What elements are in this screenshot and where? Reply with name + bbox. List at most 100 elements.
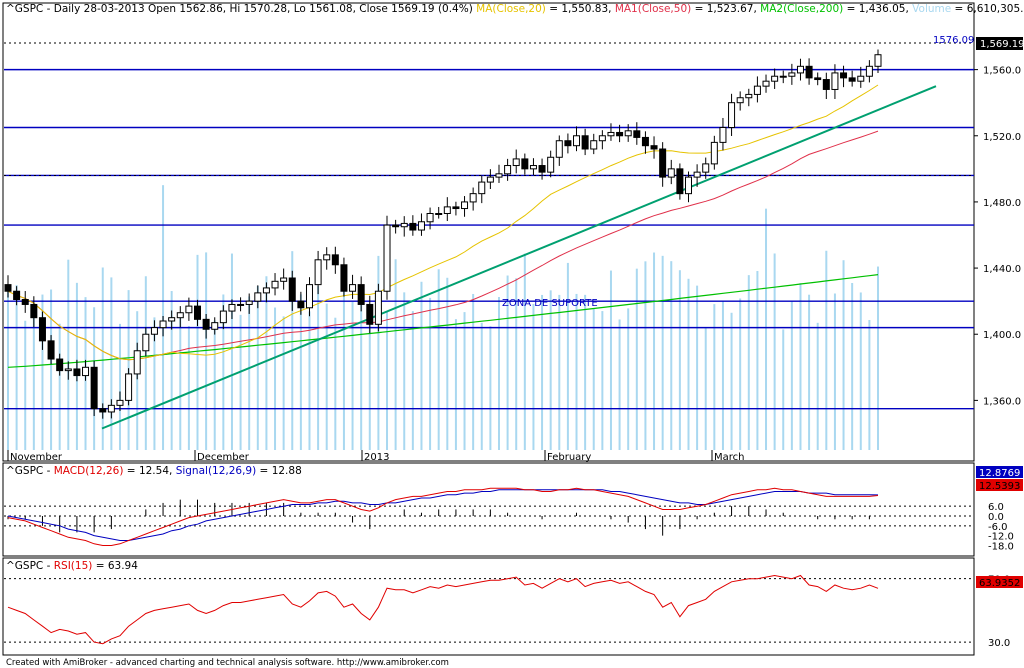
volume-bar [773,253,776,450]
volume-bar [360,301,363,450]
candle-body [529,165,537,170]
header-ma200-label: MA2(Close,200) [760,3,843,15]
rsi-header-value: = 63.94 [92,560,138,572]
level-label-1576: 1576.09 [933,35,974,46]
candle-body [314,259,322,286]
volume-bar [756,271,759,450]
volume-bar [549,290,552,450]
candle-body [616,131,624,137]
macd-tick-label: -12.0 [988,532,1014,543]
volume-bar [472,293,475,450]
candle-body [47,340,55,360]
header-ma50-label: MA1(Close,50) [615,3,691,15]
candle-body [736,97,744,104]
volume-bar [32,310,35,450]
volume-bar [299,294,302,450]
volume-bar [575,293,578,450]
header-volume-value: = 6,610,305.50 [951,3,1024,15]
price-axis: 1,360.0 1,400.0 1,440.0 1,480.0 1,520.0 1,560… [974,66,1021,407]
candle-body [73,368,81,377]
rsi-tick-label: 30.0 [988,638,1010,649]
candle-body [745,93,753,99]
volume-bar [730,312,733,450]
candle-body [417,221,425,231]
rsi-panel[interactable] [2,557,975,656]
candle-body [840,72,848,79]
candle-body [822,79,830,90]
volume-bar [489,326,492,450]
candle-body [176,312,184,319]
volume-bar [859,292,862,450]
volume-bar [265,276,268,450]
volume-bar [678,270,681,450]
volume-bar [566,262,569,450]
volume-bar [721,301,724,450]
macd-tick-label: -6.0 [988,522,1008,533]
macd-header-label: MACD(12,26) [54,465,124,477]
candle-body [297,300,305,309]
candle-body [728,102,736,128]
candle-body [693,171,701,178]
candle-body [340,264,348,292]
volume-bar [213,320,216,450]
candle-body [461,201,469,210]
header-ma20-value: = 1,550.83, [546,3,615,15]
candle-body [814,77,822,81]
volume-bar [351,301,354,450]
candle-body [107,404,115,413]
header-ma50-value: = 1,523.67, [691,3,760,15]
candle-body [641,136,649,147]
candle-body [125,373,133,401]
candle-body [366,303,374,325]
candle-body [650,145,658,150]
volume-bar [670,261,673,450]
volume-bar [696,285,699,450]
candle-body [280,277,288,282]
volume-bar [196,254,199,450]
candle-body [159,320,167,329]
date-tick-label: December [197,452,250,463]
volume-bar [317,286,320,450]
candle-body [305,284,313,309]
volume-bar [687,278,690,450]
candle-body [857,75,865,82]
volume-bar [816,322,819,450]
candle-body [581,135,589,150]
candle-body [21,299,29,305]
candle-body [452,206,460,210]
chart-canvas[interactable]: 1,360.0 1,400.0 1,440.0 1,480.0 1,520.0 1,560… [0,0,1024,668]
candle-body [202,318,210,330]
candle-body [486,176,494,183]
candle-body [719,127,727,143]
price-tick-label: 1,400.0 [983,330,1021,341]
candle-body [710,141,718,165]
price-tick-label: 1,440.0 [983,264,1021,275]
volume-bar [325,303,328,450]
volume-bar [833,293,836,450]
candle-body [383,224,391,292]
volume-bar [523,253,526,450]
volume-bar [282,316,285,450]
volume-bar [24,320,27,450]
candle-body [357,284,365,305]
candle-body [469,193,477,203]
volume-bar [868,319,871,450]
volume-bar [179,315,182,450]
candle-body [13,290,21,301]
volume-bar [308,311,311,450]
rsi-badge: 63.9352 [979,578,1020,589]
price-panel[interactable] [2,2,975,462]
header-volume-label: Volume [912,3,951,15]
volume-bar [661,255,664,450]
candle-body [521,158,529,170]
volume-bar [256,285,259,450]
last-close-badge: 1,569.19 [980,39,1024,50]
candle-body [805,65,813,79]
candle-body [538,165,546,173]
candle-body [150,327,158,335]
volume-bar [101,267,104,450]
candle-body [185,305,193,314]
footer-credit: Created with AmiBroker - advanced charti… [6,658,449,668]
volume-bar [635,268,638,450]
volume-bar [58,323,61,450]
